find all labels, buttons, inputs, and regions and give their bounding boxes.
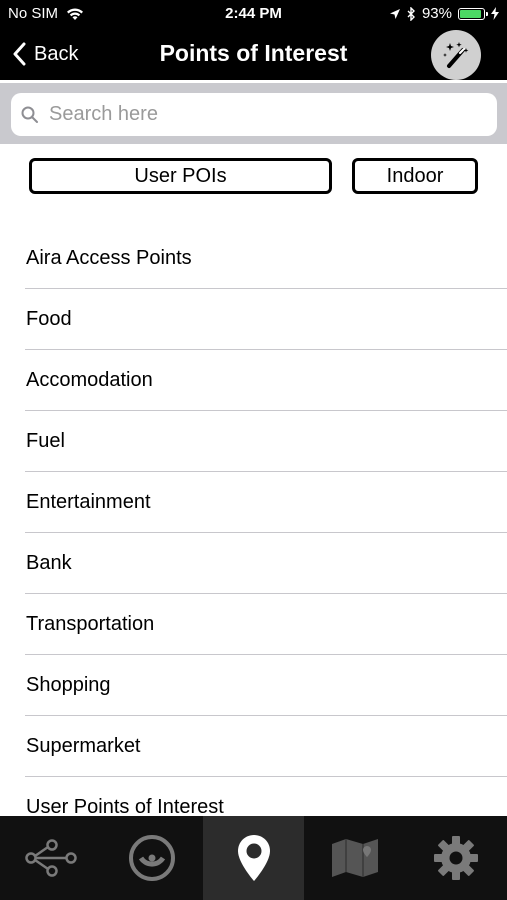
search-area — [0, 80, 507, 144]
status-right-group: 93% — [383, 5, 499, 22]
poi-item-bank[interactable]: Bank — [25, 533, 507, 594]
navigation-bar: Back Points of Interest — [0, 28, 507, 80]
battery-fill — [460, 9, 482, 18]
battery-icon — [458, 7, 488, 20]
poi-category-list: Aira Access Points Food Accomodation Fue… — [0, 228, 507, 838]
poi-item-label: Supermarket — [26, 735, 141, 757]
poi-item-supermarket[interactable]: Supermarket — [25, 716, 507, 777]
location-arrow-icon — [389, 8, 400, 19]
poi-item-food[interactable]: Food — [25, 289, 507, 350]
tab-radar[interactable] — [101, 816, 202, 900]
screen: No SIM 2:44 PM 93% Back Points of Intere… — [0, 0, 507, 900]
route-icon — [24, 839, 77, 877]
search-bar[interactable] — [11, 93, 497, 136]
search-input[interactable] — [47, 102, 471, 127]
poi-item-accomodation[interactable]: Accomodation — [25, 350, 507, 411]
status-bar: No SIM 2:44 PM 93% — [0, 0, 507, 28]
poi-item-transportation[interactable]: Transportation — [25, 594, 507, 655]
poi-item-label: Accomodation — [26, 369, 153, 391]
poi-item-fuel[interactable]: Fuel — [25, 411, 507, 472]
poi-item-label: Shopping — [26, 674, 111, 696]
indoor-button[interactable]: Indoor — [352, 158, 478, 194]
tab-map[interactable] — [304, 816, 405, 900]
magic-wand-icon — [443, 42, 469, 68]
tab-bar — [0, 816, 507, 900]
radar-icon — [129, 835, 176, 881]
poi-item-entertainment[interactable]: Entertainment — [25, 472, 507, 533]
poi-item-shopping[interactable]: Shopping — [25, 655, 507, 716]
poi-item-label: Food — [26, 308, 72, 330]
gear-icon — [434, 836, 479, 880]
tab-settings[interactable] — [406, 816, 507, 900]
bluetooth-icon — [407, 6, 415, 21]
charging-bolt-icon — [491, 7, 499, 20]
poi-item-label: Entertainment — [26, 491, 151, 513]
tab-route[interactable] — [0, 816, 101, 900]
location-pin-icon — [237, 835, 270, 881]
poi-item-aira-access-points[interactable]: Aira Access Points — [25, 228, 507, 289]
poi-item-label: Bank — [26, 552, 72, 574]
poi-item-label: Fuel — [26, 430, 65, 452]
search-icon — [21, 106, 38, 123]
battery-percentage: 93% — [421, 5, 452, 22]
map-icon — [331, 839, 378, 877]
user-pois-button[interactable]: User POIs — [29, 158, 332, 194]
poi-item-label: Aira Access Points — [26, 247, 192, 269]
magic-wand-button[interactable] — [431, 30, 481, 80]
tab-location[interactable] — [202, 816, 305, 900]
poi-item-label: Transportation — [26, 613, 155, 635]
